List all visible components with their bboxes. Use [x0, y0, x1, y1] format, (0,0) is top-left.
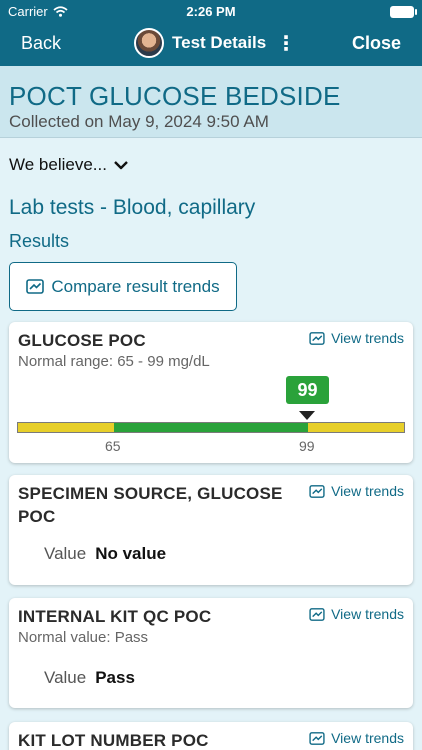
status-bar: Carrier 2:26 PM [0, 0, 422, 24]
page-title: POCT GLUCOSE BEDSIDE [9, 81, 341, 111]
view-trends-link[interactable]: View trends [309, 330, 404, 346]
status-time: 2:26 PM [186, 4, 236, 19]
view-trends-label: View trends [331, 330, 404, 346]
range-bar-low-zone [18, 423, 114, 432]
close-button[interactable]: Close [352, 33, 401, 54]
nav-bar: Back Test Details ⋮ Close [0, 24, 422, 66]
result-name: KIT LOT NUMBER POC [18, 731, 209, 750]
range-high-tick: 99 [299, 438, 315, 454]
value-text: Pass [95, 668, 135, 687]
compare-result-trends-button[interactable]: Compare result trends [9, 262, 237, 311]
chevron-down-icon [114, 161, 128, 170]
test-header: POCT GLUCOSE BEDSIDE Collected on May 9,… [0, 66, 422, 138]
value-text: No value [95, 544, 167, 563]
value-row: Value Pass [44, 668, 135, 688]
we-believe-toggle[interactable]: We believe... [9, 155, 129, 175]
view-trends-label: View trends [331, 606, 404, 622]
compare-button-label: Compare result trends [51, 276, 220, 296]
view-trends-link[interactable]: View trends [309, 606, 404, 622]
result-name: SPECIMEN SOURCE, GLUCOSE POC [18, 482, 283, 528]
result-card-kit-lot-number: KIT LOT NUMBER POC View trends [9, 722, 413, 750]
back-button[interactable]: Back [21, 33, 61, 54]
view-trends-label: View trends [331, 483, 404, 499]
normal-range: Normal range: 65 - 99 mg/dL [18, 353, 210, 370]
trend-chart-icon [309, 331, 325, 345]
nav-title-group[interactable]: Test Details ⋮ [134, 28, 296, 58]
more-options-icon[interactable]: ⋮ [276, 31, 296, 56]
result-card-specimen-source: SPECIMEN SOURCE, GLUCOSE POC View trends… [9, 475, 413, 585]
result-name-line1: SPECIMEN SOURCE, GLUCOSE [18, 484, 283, 503]
battery-icon [390, 6, 417, 18]
range-low-tick: 65 [105, 438, 121, 454]
view-trends-label: View trends [331, 730, 404, 746]
avatar [134, 28, 164, 58]
collected-date: Collected on May 9, 2024 9:50 AM [9, 112, 269, 131]
range-bar-normal-zone [114, 423, 308, 432]
trend-chart-icon [309, 607, 325, 621]
value-label: Value [44, 544, 87, 563]
section-title: Lab tests - Blood, capillary [9, 196, 256, 219]
trend-chart-icon [309, 484, 325, 498]
we-believe-label: We believe... [9, 155, 107, 174]
trend-chart-icon [26, 279, 45, 294]
value-pointer [299, 411, 315, 420]
range-bar-high-zone [308, 423, 404, 432]
result-name-line2: POC [18, 507, 56, 526]
trend-chart-icon [309, 731, 325, 745]
result-card-internal-kit-qc: INTERNAL KIT QC POC View trends Normal v… [9, 598, 413, 708]
result-card-glucose: GLUCOSE POC View trends Normal range: 65… [9, 322, 413, 463]
view-trends-link[interactable]: View trends [309, 730, 404, 746]
nav-title: Test Details [172, 33, 267, 52]
results-label: Results [9, 231, 70, 251]
result-value-badge: 99 [286, 376, 329, 404]
normal-value: Normal value: Pass [18, 629, 149, 646]
value-row: Value No value [44, 544, 166, 564]
result-name: INTERNAL KIT QC POC [18, 607, 212, 626]
result-name: GLUCOSE POC [18, 331, 146, 350]
view-trends-link[interactable]: View trends [309, 483, 404, 499]
range-bar [17, 422, 405, 433]
value-label: Value [44, 668, 87, 687]
